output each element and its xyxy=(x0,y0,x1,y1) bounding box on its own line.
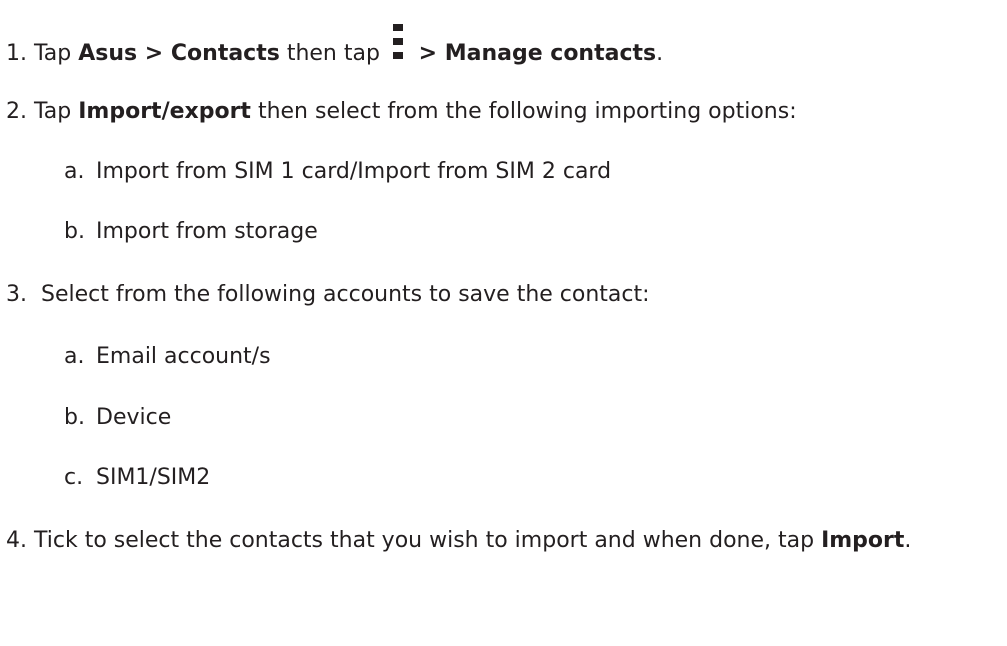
substep-letter: b. xyxy=(64,405,85,430)
app-name: Asus xyxy=(78,41,138,66)
substep-text: Device xyxy=(96,405,172,430)
substep-2a: a. Import from SIM 1 card/Import from SIM… xyxy=(64,158,611,186)
substep-3b: b. Device xyxy=(64,404,171,432)
step-text: Tick to select the contacts that you wis… xyxy=(27,528,822,553)
substep-letter: b. xyxy=(64,219,85,244)
substep-letter: a. xyxy=(64,344,85,369)
step-text: . xyxy=(904,528,912,553)
step-4: 4. Tick to select the contacts that you … xyxy=(6,527,911,555)
substep-2b: b. Import from storage xyxy=(64,218,318,246)
step-number: 4. xyxy=(6,528,27,553)
path-separator: > xyxy=(410,41,445,66)
step-2: 2. Tap Import/export then select from th… xyxy=(6,98,797,126)
substep-text: SIM1/SIM2 xyxy=(96,465,211,490)
instructions-page: 1. Tap Asus > Contacts then tap > Manage… xyxy=(0,0,1007,646)
substep-text: Email account/s xyxy=(96,344,271,369)
step-1: 1. Tap Asus > Contacts then tap > Manage… xyxy=(6,24,664,68)
app-section: Contacts xyxy=(170,41,280,66)
step-number: 1. xyxy=(6,41,27,66)
step-number: 2. xyxy=(6,99,27,124)
more-options-icon xyxy=(392,24,405,64)
substep-letter: a. xyxy=(64,159,85,184)
substep-letter: c. xyxy=(64,465,84,490)
step-text: Tap xyxy=(27,41,79,66)
substep-3c: c. SIM1/SIM2 xyxy=(64,464,210,492)
step-3: 3. Select from the following accounts to… xyxy=(6,281,650,309)
step-number: 3. xyxy=(6,282,27,307)
substep-text: Import from storage xyxy=(96,219,318,244)
button-name: Import xyxy=(821,528,905,553)
step-text: then tap xyxy=(279,41,387,66)
step-text: . xyxy=(656,41,664,66)
step-text: Select from the following accounts to sa… xyxy=(27,282,650,307)
menu-option: Import/export xyxy=(78,99,251,124)
substep-3a: a. Email account/s xyxy=(64,343,271,371)
path-separator: > xyxy=(137,41,171,66)
step-text: then select from the following importing… xyxy=(250,99,797,124)
substep-text: Import from SIM 1 card/Import from SIM 2… xyxy=(96,159,612,184)
step-text: Tap xyxy=(27,99,79,124)
menu-option: Manage contacts xyxy=(444,41,657,66)
